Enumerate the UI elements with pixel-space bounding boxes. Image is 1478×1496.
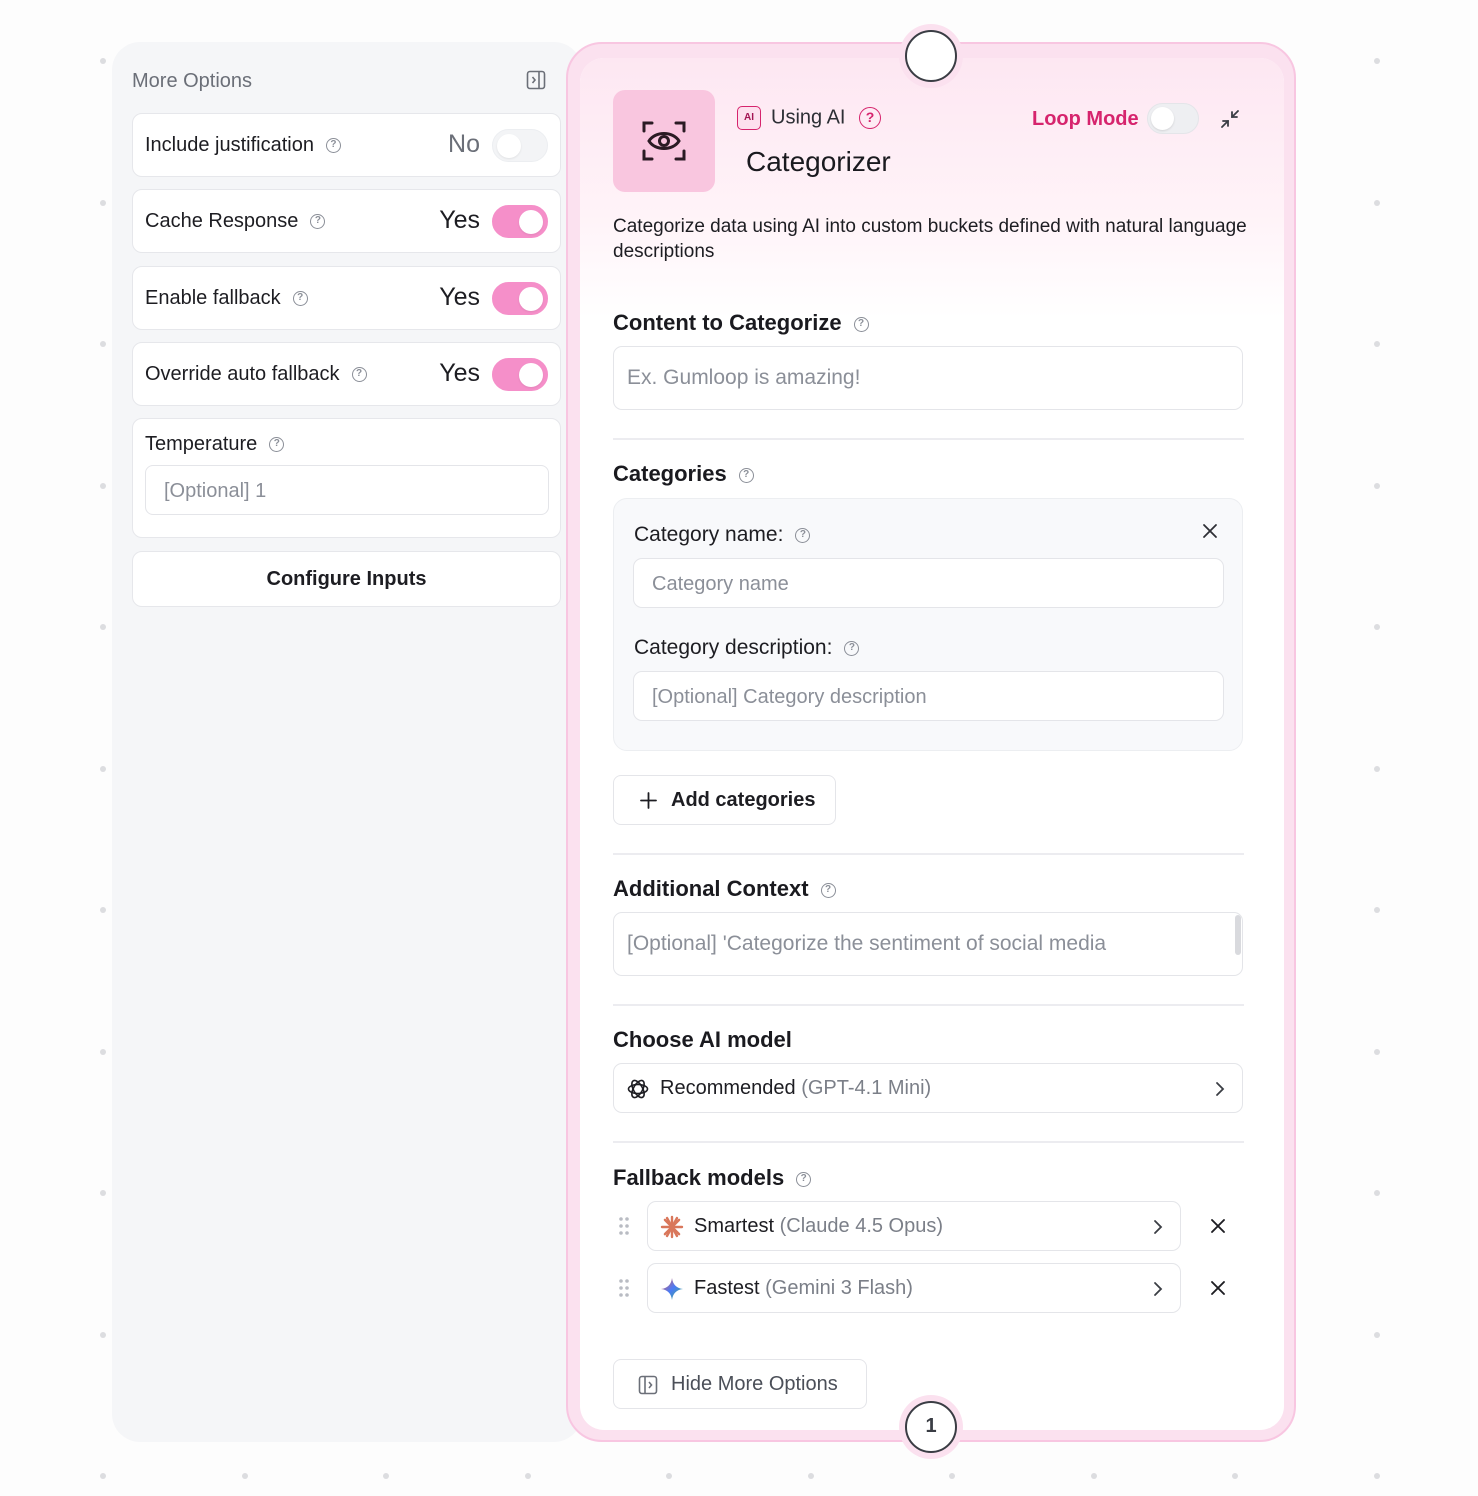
option-value: Yes: [439, 283, 480, 311]
fallback-model-detail: (Gemini 3 Flash): [765, 1277, 913, 1299]
ai-chip-icon: AI: [737, 106, 761, 130]
category-description-label-row: Category description:?: [634, 636, 860, 660]
gemini-icon: [661, 1278, 683, 1300]
category-description-input[interactable]: [Optional] Category description: [633, 671, 1224, 721]
help-icon[interactable]: ?: [292, 291, 308, 307]
drag-handle-icon[interactable]: [618, 1278, 630, 1298]
divider: [613, 1004, 1244, 1006]
hide-more-options-button[interactable]: Hide More Options: [613, 1359, 867, 1409]
option-label: Cache Response: [145, 210, 299, 232]
fallback-model-row[interactable]: Fastest (Gemini 3 Flash): [647, 1263, 1181, 1313]
option-enable-fallback: Enable fallback? Yes: [132, 266, 561, 330]
fallback-title-text: Fallback models: [613, 1165, 785, 1190]
category-card: Category name:? Category name Category d…: [613, 498, 1243, 751]
remove-fallback-icon[interactable]: [1210, 1280, 1226, 1296]
temperature-card: Temperature? [Optional] 1: [132, 418, 561, 538]
help-icon[interactable]: ?: [853, 316, 869, 332]
hide-more-options-label: Hide More Options: [671, 1373, 838, 1395]
category-name-label: Category name:: [634, 523, 784, 546]
node-title: Categorizer: [746, 146, 891, 177]
fallback-model-row[interactable]: Smartest (Claude 4.5 Opus): [647, 1201, 1181, 1251]
claude-icon: [660, 1215, 684, 1239]
temperature-input[interactable]: [Optional] 1: [145, 465, 549, 515]
choose-model-title: Choose AI model: [613, 1027, 792, 1052]
drag-handle-icon[interactable]: [618, 1216, 630, 1236]
include-justification-toggle[interactable]: [492, 129, 548, 162]
help-icon[interactable]: ?: [351, 367, 367, 383]
loop-mode-label: Loop Mode: [1032, 108, 1139, 130]
help-icon[interactable]: ?: [820, 882, 836, 898]
eye-scan-icon: [642, 121, 686, 161]
loop-mode-toggle[interactable]: [1147, 103, 1199, 134]
collapse-panel-icon[interactable]: [526, 70, 546, 90]
override-auto-fallback-toggle[interactable]: [492, 358, 548, 391]
more-options-panel: More Options Include justification? No C…: [112, 42, 582, 1442]
input-handle[interactable]: [905, 30, 957, 82]
using-ai-badge: AI Using AI ?: [737, 106, 882, 130]
fallback-models-title: Fallback models?: [613, 1165, 812, 1191]
additional-context-title-text: Additional Context: [613, 876, 809, 901]
add-categories-label: Add categories: [671, 789, 816, 811]
categories-section-title: Categories?: [613, 461, 754, 487]
more-options-title: More Options: [132, 70, 253, 92]
option-value: Yes: [439, 206, 480, 234]
add-categories-button[interactable]: Add categories: [613, 775, 836, 825]
using-ai-label: Using AI: [771, 106, 846, 129]
model-detail: (GPT-4.1 Mini): [801, 1077, 932, 1099]
chevron-right-icon: [1154, 1282, 1163, 1296]
category-name-input[interactable]: Category name: [633, 558, 1224, 608]
option-include-justification: Include justification? No: [132, 113, 561, 177]
category-description-label: Category description:: [634, 636, 833, 659]
help-icon[interactable]: ?: [796, 1171, 812, 1187]
fallback-model-detail: (Claude 4.5 Opus): [779, 1215, 944, 1237]
help-icon[interactable]: ?: [310, 214, 326, 230]
categories-title-text: Categories: [613, 461, 727, 486]
divider: [613, 1141, 1244, 1143]
openai-icon: [627, 1079, 649, 1099]
help-icon[interactable]: ?: [738, 467, 754, 483]
enable-fallback-toggle[interactable]: [492, 282, 548, 315]
model-name: Recommended: [660, 1077, 796, 1099]
remove-category-icon[interactable]: [1202, 523, 1218, 539]
help-icon[interactable]: ?: [844, 640, 860, 656]
additional-context-placeholder: [Optional] 'Categorize the sentiment of …: [627, 932, 1107, 955]
content-input[interactable]: Ex. Gumloop is amazing!: [613, 346, 1243, 410]
fallback-model-name: Smartest: [694, 1215, 775, 1237]
fallback-model-name: Fastest: [694, 1277, 760, 1299]
scrollbar[interactable]: [1235, 915, 1241, 955]
option-label: Override auto fallback: [145, 363, 340, 385]
model-select[interactable]: Recommended (GPT-4.1 Mini): [613, 1063, 1243, 1113]
divider: [613, 438, 1244, 440]
option-label: Enable fallback: [145, 287, 281, 309]
collapse-node-icon[interactable]: [1219, 108, 1241, 130]
option-cache-response: Cache Response? Yes: [132, 189, 561, 253]
divider: [613, 853, 1244, 855]
option-label: Include justification: [145, 134, 314, 156]
additional-context-title: Additional Context?: [613, 876, 836, 902]
node-description: Categorize data using AI into custom buc…: [613, 216, 1247, 262]
temperature-label: Temperature: [145, 433, 258, 455]
help-icon[interactable]: ?: [795, 527, 811, 543]
chevron-right-icon: [1216, 1082, 1225, 1096]
categorizer-node-icon-tile: [613, 90, 715, 192]
remove-fallback-icon[interactable]: [1210, 1218, 1226, 1234]
content-section-title: Content to Categorize?: [613, 310, 869, 336]
output-handle[interactable]: 1: [905, 1401, 957, 1453]
help-icon[interactable]: ?: [325, 138, 341, 154]
category-name-label-row: Category name:?: [634, 523, 811, 547]
content-title-text: Content to Categorize: [613, 310, 842, 335]
configure-inputs-button[interactable]: Configure Inputs: [132, 551, 561, 607]
ai-help-icon[interactable]: ?: [859, 107, 882, 129]
additional-context-input[interactable]: [Optional] 'Categorize the sentiment of …: [613, 912, 1243, 976]
plus-icon: [640, 792, 657, 809]
chevron-right-icon: [1154, 1220, 1163, 1234]
option-value: No: [448, 130, 480, 158]
option-override-auto-fallback: Override auto fallback? Yes: [132, 342, 561, 406]
panel-icon: [638, 1375, 658, 1395]
cache-response-toggle[interactable]: [492, 205, 548, 238]
help-icon[interactable]: ?: [269, 437, 285, 453]
option-value: Yes: [439, 359, 480, 387]
